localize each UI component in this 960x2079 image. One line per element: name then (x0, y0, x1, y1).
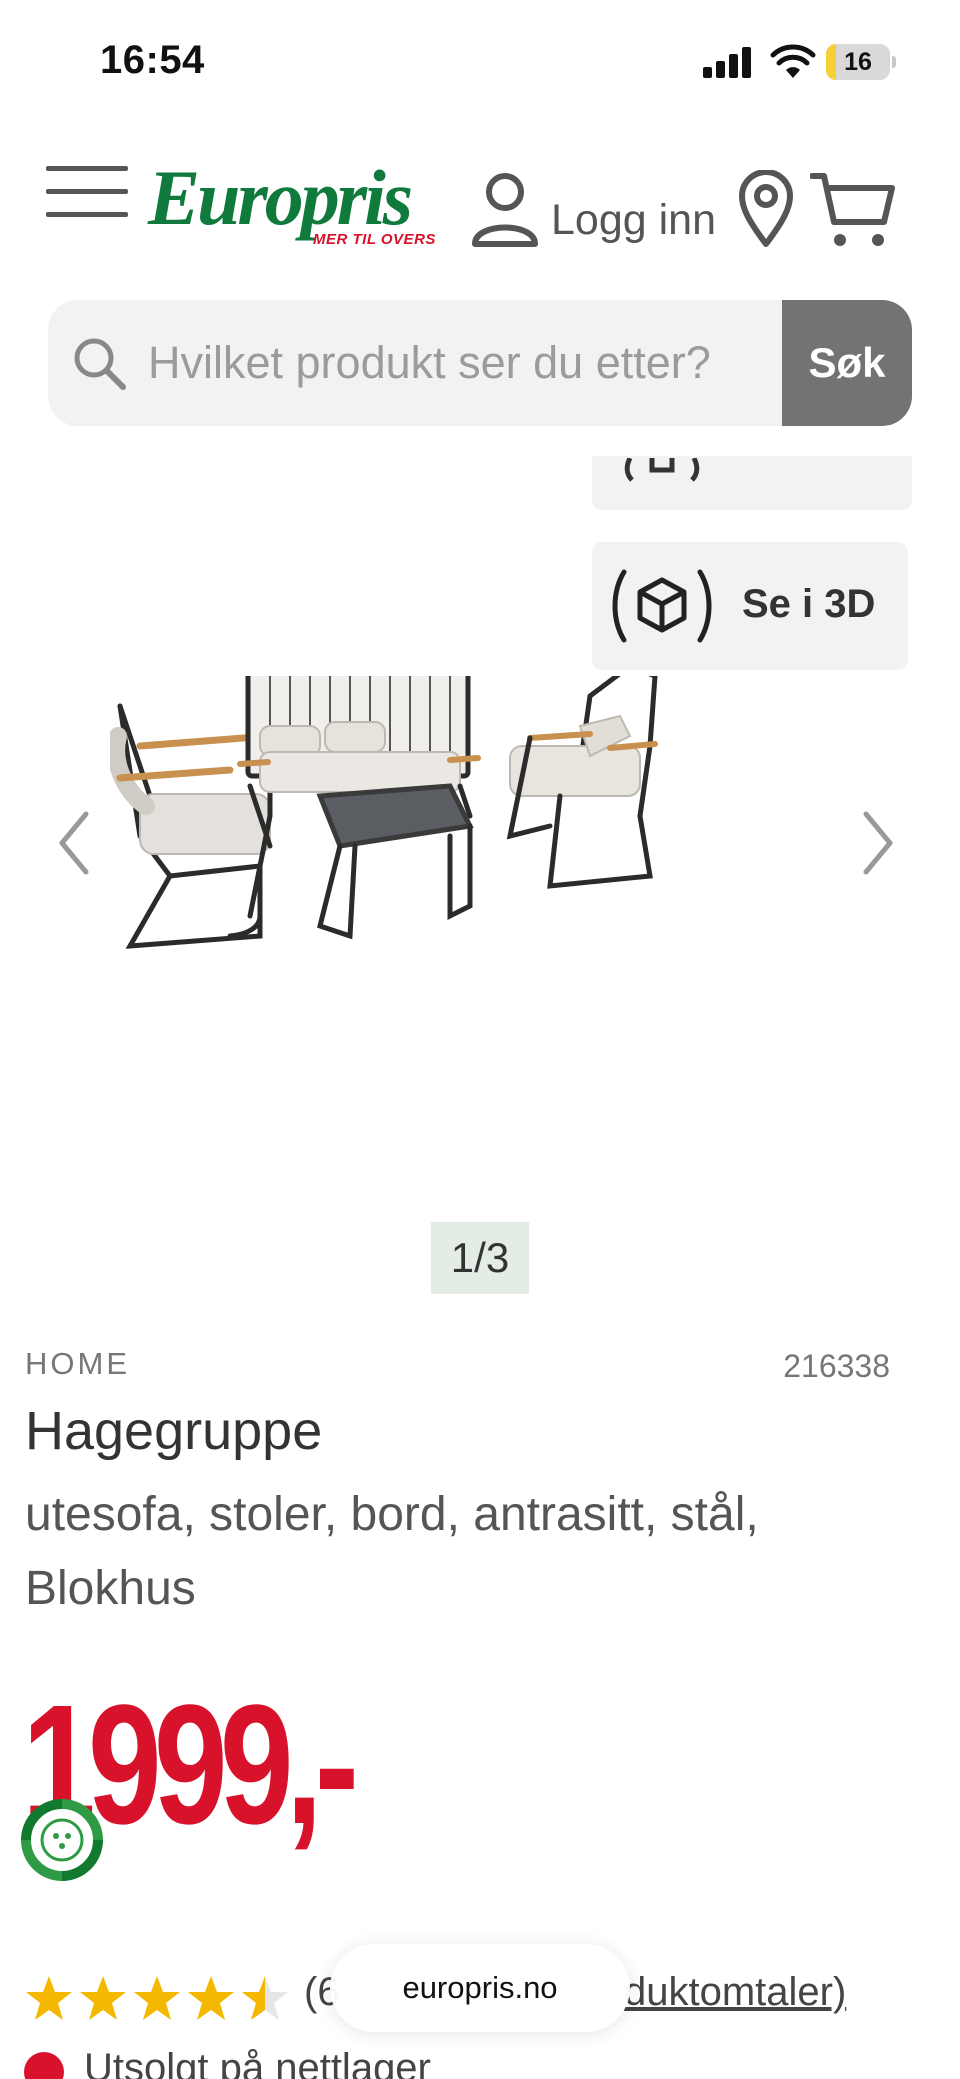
cube-3d-icon (612, 569, 712, 643)
out-of-stock-dot-icon (24, 2052, 64, 2079)
status-time: 16:54 (100, 38, 205, 82)
europris-logo[interactable]: Europris MER TIL OVERS (148, 154, 436, 249)
search-bar: Søk (48, 300, 912, 426)
browser-url-bar[interactable]: europris.no (330, 1944, 630, 2032)
site-header: Europris MER TIL OVERS Logg inn (0, 130, 960, 280)
cart-icon[interactable] (810, 170, 896, 250)
star-full-icon (134, 1976, 180, 2020)
user-icon (472, 173, 538, 247)
menu-icon[interactable] (46, 162, 128, 222)
login-button[interactable]: Logg inn (470, 172, 720, 252)
star-full-icon (26, 1976, 72, 2020)
product-brand[interactable]: HOME (25, 1346, 130, 1382)
image-counter: 1/3 (431, 1222, 529, 1294)
status-bar: 16:54 16 (0, 0, 960, 120)
reviews-link[interactable]: duktomtaler) (624, 1970, 846, 2015)
product-subtitle: utesofa, stoler, bord, antrasitt, stål, … (25, 1488, 759, 1615)
star-half-icon (242, 1976, 288, 2020)
stock-status-text: Utsolgt på nettlager (84, 2046, 431, 2079)
logo-wordmark: Europris (148, 154, 413, 241)
view-3d-label: Se i 3D (742, 582, 876, 626)
product-title: Hagegruppe (25, 1401, 323, 1461)
location-pin-icon[interactable] (738, 170, 794, 248)
armchair-right (506, 676, 658, 889)
search-button[interactable]: Søk (782, 300, 912, 426)
product-sku: 216338 (783, 1348, 890, 1384)
star-full-icon (188, 1976, 234, 2020)
eco-recycle-badge-icon (21, 1799, 103, 1881)
product-gallery: Se i 3D 1/3 (0, 456, 960, 1306)
wifi-icon (770, 44, 816, 78)
view-3d-button[interactable]: Se i 3D (592, 542, 908, 670)
search-icon (74, 338, 126, 390)
search-input[interactable] (148, 300, 788, 426)
cellular-signal-icon (703, 46, 753, 78)
product-image[interactable] (110, 676, 850, 976)
login-label: Logg inn (551, 196, 716, 244)
star-full-icon (80, 1976, 126, 2020)
battery-percent: 16 (844, 48, 872, 76)
chevron-right-icon[interactable] (858, 808, 898, 878)
coffee-table (316, 783, 474, 940)
chevron-left-icon[interactable] (54, 808, 94, 878)
ar-view-button[interactable] (592, 456, 912, 510)
logo-tagline: MER TIL OVERS (313, 231, 436, 248)
battery-indicator: 16 (826, 44, 896, 80)
ar-icon (624, 458, 700, 482)
stock-status: Utsolgt på nettlager (24, 2046, 624, 2079)
